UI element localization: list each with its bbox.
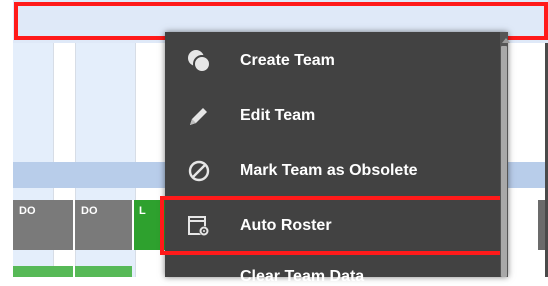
menu-item-label: Mark Team as Obsolete [240,162,418,179]
pencil-icon [187,104,211,128]
create-team-icon [187,49,211,73]
menu-scrollbar-thumb[interactable] [501,46,507,277]
scroll-up-arrow-icon[interactable] [502,38,510,43]
menu-item-clear-team-data[interactable]: Clear Team Data [240,268,364,286]
menu-item-label: Create Team [240,52,335,69]
obsolete-icon [187,159,211,183]
roster-cell-do[interactable]: DO [75,200,132,250]
menu-item-create-team[interactable]: Create Team [165,35,500,87]
highlight-box-auto-roster [160,196,505,255]
context-menu: Create Team Edit Team Mark Team as Obsol… [160,32,510,285]
menu-item-mark-obsolete[interactable]: Mark Team as Obsolete [165,145,500,197]
menu-item-edit-team[interactable]: Edit Team [165,90,500,142]
roster-cell-do[interactable]: DO [13,200,73,250]
roster-cell[interactable] [13,266,73,277]
roster-cell[interactable] [75,266,132,277]
menu-item-label: Edit Team [240,107,316,124]
